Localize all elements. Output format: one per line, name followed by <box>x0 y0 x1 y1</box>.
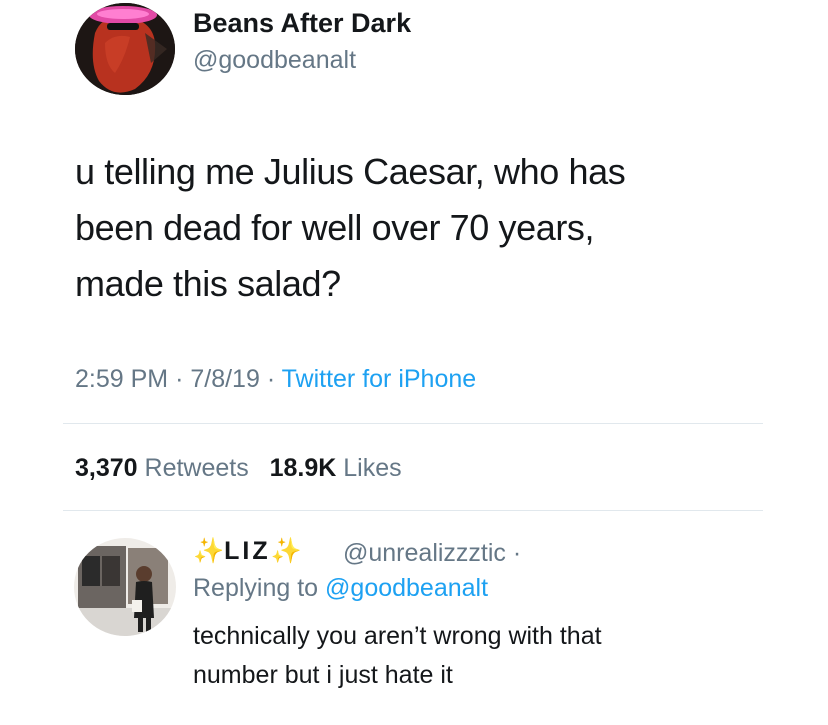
person-photo-icon <box>74 538 176 636</box>
reply-name-text: LIZ <box>224 537 271 565</box>
retweets-stat[interactable]: 3,370 Retweets <box>75 454 256 482</box>
tweet-text: u telling me Julius Caesar, who has been… <box>75 144 775 312</box>
author-avatar[interactable] <box>75 3 175 95</box>
reply-handle-text: @unrealizzztic <box>343 539 506 567</box>
tweet-source[interactable]: Twitter for iPhone <box>282 365 477 393</box>
likes-count: 18.9K <box>269 454 337 482</box>
replying-prefix: Replying to <box>193 574 319 602</box>
tweet-meta: 2:59 PM · 7/8/19 · Twitter for iPhone <box>75 365 476 394</box>
replying-mention[interactable]: @goodbeanalt <box>325 574 488 602</box>
sparkle-icon: ✨ <box>193 537 225 565</box>
divider <box>63 510 763 511</box>
likes-label: Likes <box>343 454 402 482</box>
tweet-time[interactable]: 2:59 PM <box>75 365 168 393</box>
reply-text-line: number but i just hate it <box>193 661 453 689</box>
meta-separator: · <box>512 539 522 567</box>
retweets-count: 3,370 <box>75 454 138 482</box>
divider <box>63 423 763 424</box>
retweets-label: Retweets <box>144 454 249 482</box>
meta-separator: · <box>266 365 276 393</box>
tweet-text-line: u telling me Julius Caesar, who has <box>75 151 626 192</box>
tweet-stats: 3,370 Retweets 18.9K Likes <box>75 454 402 483</box>
tweet-text-line: been dead for well over 70 years, <box>75 207 595 248</box>
bean-character-icon <box>75 3 175 95</box>
meta-separator: · <box>175 365 184 393</box>
author-handle[interactable]: @goodbeanalt <box>193 46 356 75</box>
author-name[interactable]: Beans After Dark <box>193 8 411 39</box>
reply-author-name[interactable]: ✨LIZ✨ <box>193 537 302 566</box>
likes-stat[interactable]: 18.9K Likes <box>270 454 402 482</box>
reply-text-line: technically you aren’t wrong with that <box>193 622 602 650</box>
tweet-text-line: made this salad? <box>75 263 341 304</box>
reply-author-handle[interactable]: @unrealizzztic · <box>343 539 521 568</box>
tweet-date[interactable]: 7/8/19 <box>190 365 260 393</box>
replying-to: Replying to @goodbeanalt <box>193 574 488 603</box>
reply-avatar[interactable] <box>74 538 176 636</box>
reply-text: technically you aren’t wrong with that n… <box>193 617 793 695</box>
sparkle-icon: ✨ <box>270 537 302 565</box>
